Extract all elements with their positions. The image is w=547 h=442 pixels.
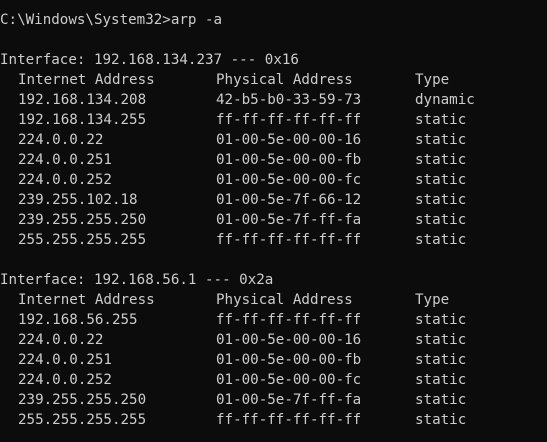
physical-address: 01-00-5e-7f-ff-fa xyxy=(216,212,362,228)
internet-address: 239.255.102.18 xyxy=(18,192,138,208)
physical-address: 01-00-5e-7f-66-12 xyxy=(216,192,362,208)
arp-entry-row: 255.255.255.255 ff-ff-ff-ff-ff-ff static xyxy=(0,230,547,250)
physical-address: 01-00-5e-7f-ff-fa xyxy=(216,392,362,408)
internet-address: 192.168.134.255 xyxy=(18,112,147,128)
arp-entry-row: 224.0.0.251 01-00-5e-00-00-fb static xyxy=(0,350,547,370)
internet-address: 255.255.255.255 xyxy=(18,232,147,248)
entry-type: static xyxy=(415,372,467,388)
column-header-row: Internet Address Physical Address Type xyxy=(0,290,547,310)
arp-entry-row: 224.0.0.252 01-00-5e-00-00-fc static xyxy=(0,170,547,190)
physical-address: 01-00-5e-00-00-fc xyxy=(216,372,362,388)
internet-address: 239.255.255.250 xyxy=(18,212,147,228)
internet-address: 224.0.0.22 xyxy=(18,132,104,148)
internet-address: 224.0.0.251 xyxy=(18,152,112,168)
physical-address: 01-00-5e-00-00-fb xyxy=(216,352,362,368)
interface-header: Interface: 192.168.56.1 --- 0x2a xyxy=(0,272,274,288)
column-header-internet-address: Internet Address xyxy=(18,72,155,88)
physical-address: 01-00-5e-00-00-16 xyxy=(216,132,362,148)
arp-entry-row: 239.255.255.250 01-00-5e-7f-ff-fa static xyxy=(0,390,547,410)
entry-type: static xyxy=(415,112,467,128)
column-header-internet-address: Internet Address xyxy=(18,292,155,308)
physical-address: 01-00-5e-00-00-fc xyxy=(216,172,362,188)
internet-address: 224.0.0.251 xyxy=(18,352,112,368)
arp-entry-row: 224.0.0.22 01-00-5e-00-00-16 static xyxy=(0,130,547,150)
column-header-type: Type xyxy=(415,292,450,308)
entry-type: static xyxy=(415,392,467,408)
physical-address: 01-00-5e-00-00-16 xyxy=(216,332,362,348)
entry-type: static xyxy=(415,192,467,208)
physical-address: ff-ff-ff-ff-ff-ff xyxy=(216,232,362,248)
column-header-type: Type xyxy=(415,72,450,88)
entry-type: static xyxy=(415,232,467,248)
entry-type: static xyxy=(415,172,467,188)
physical-address: ff-ff-ff-ff-ff-ff xyxy=(216,312,362,328)
entry-type: static xyxy=(415,332,467,348)
internet-address: 224.0.0.252 xyxy=(18,372,112,388)
interface-header: Interface: 192.168.134.237 --- 0x16 xyxy=(0,52,299,68)
interface-block: Interface: 192.168.56.1 --- 0x2a Internet… xyxy=(0,270,547,430)
internet-address: 192.168.134.208 xyxy=(18,92,147,108)
entry-type: static xyxy=(415,212,467,228)
arp-entry-row: 224.0.0.22 01-00-5e-00-00-16 static xyxy=(0,330,547,350)
entry-type: static xyxy=(415,352,467,368)
internet-address: 224.0.0.252 xyxy=(18,172,112,188)
arp-entry-row: 255.255.255.255 ff-ff-ff-ff-ff-ff static xyxy=(0,410,547,430)
arp-entry-row: 192.168.56.255 ff-ff-ff-ff-ff-ff static xyxy=(0,310,547,330)
arp-entry-row: 239.255.102.18 01-00-5e-7f-66-12 static xyxy=(0,190,547,210)
physical-address: 42-b5-b0-33-59-73 xyxy=(216,92,362,108)
arp-entry-row: 239.255.255.250 01-00-5e-7f-ff-fa static xyxy=(0,210,547,230)
entry-type: static xyxy=(415,412,467,428)
entry-type: static xyxy=(415,132,467,148)
interface-block: Interface: 192.168.134.237 --- 0x16 Inter… xyxy=(0,50,547,270)
entry-type: dynamic xyxy=(415,92,475,108)
terminal-window[interactable]: C:\Windows\System32>arp -a Interface: 19… xyxy=(0,0,547,442)
internet-address: 224.0.0.22 xyxy=(18,332,104,348)
entry-type: static xyxy=(415,312,467,328)
internet-address: 192.168.56.255 xyxy=(18,312,138,328)
arp-entry-row: 192.168.134.255 ff-ff-ff-ff-ff-ff static xyxy=(0,110,547,130)
prompt-text: C:\Windows\System32> xyxy=(0,12,171,28)
arp-output: Interface: 192.168.134.237 --- 0x16 Inter… xyxy=(0,50,547,430)
column-header-row: Internet Address Physical Address Type xyxy=(0,70,547,90)
command-text: arp -a xyxy=(170,12,223,28)
arp-entry-row: 224.0.0.252 01-00-5e-00-00-fc static xyxy=(0,370,547,390)
physical-address: ff-ff-ff-ff-ff-ff xyxy=(216,412,362,428)
arp-entry-row: 192.168.134.208 42-b5-b0-33-59-73 dynamic xyxy=(0,90,547,110)
command-line: C:\Windows\System32>arp -a xyxy=(0,10,547,30)
arp-entry-row: 224.0.0.251 01-00-5e-00-00-fb static xyxy=(0,150,547,170)
internet-address: 255.255.255.255 xyxy=(18,412,147,428)
column-header-physical-address: Physical Address xyxy=(216,72,353,88)
column-header-physical-address: Physical Address xyxy=(216,292,353,308)
physical-address: 01-00-5e-00-00-fb xyxy=(216,152,362,168)
entry-type: static xyxy=(415,152,467,168)
internet-address: 239.255.255.250 xyxy=(18,392,147,408)
physical-address: ff-ff-ff-ff-ff-ff xyxy=(216,112,362,128)
